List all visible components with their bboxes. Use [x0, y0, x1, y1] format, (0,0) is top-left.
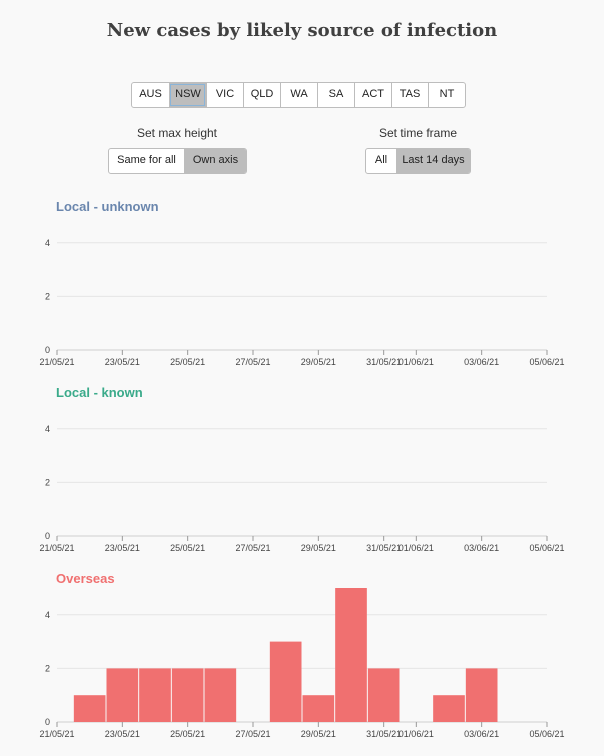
- x-tick-label: 27/05/21: [235, 357, 270, 367]
- y-tick-label: 4: [45, 610, 50, 620]
- x-tick-label: 05/06/21: [529, 543, 564, 553]
- bar: [269, 641, 302, 722]
- bar-chart: 0 2 4 21/05/21 23/05/21 25/05/21 27/05/21 29/05…: [39, 588, 565, 739]
- y-tick-label: 2: [45, 477, 50, 487]
- x-tick-label: 29/05/21: [301, 729, 336, 739]
- bar: [171, 668, 204, 722]
- x-tick-label: 31/05/21: [366, 357, 401, 367]
- x-tick-label: 03/06/21: [464, 357, 499, 367]
- max-height-same-for-all-button[interactable]: Same for all: [109, 149, 184, 173]
- x-tick-label: 29/05/21: [301, 543, 336, 553]
- x-tick-label: 27/05/21: [235, 543, 270, 553]
- bar: [139, 668, 171, 722]
- bar: [106, 668, 139, 722]
- state-button-qld[interactable]: QLD: [243, 83, 280, 107]
- bar-chart: 0 2 4 21/05/21 23/05/21 25/05/21 27/05/21 29/05…: [39, 238, 564, 367]
- bar: [204, 668, 237, 722]
- max-height-label: Set max height: [136, 126, 218, 140]
- bar: [335, 588, 367, 722]
- bar: [302, 695, 335, 722]
- time-frame-last-14-days-button[interactable]: Last 14 days: [396, 149, 470, 173]
- x-tick-label: 31/05/21: [366, 729, 401, 739]
- state-button-nt[interactable]: NT: [428, 83, 465, 107]
- x-tick-label: 21/05/21: [39, 729, 74, 739]
- x-tick-label: 05/06/21: [529, 729, 564, 739]
- state-button-wa[interactable]: WA: [280, 83, 317, 107]
- x-tick-label: 23/05/21: [105, 357, 140, 367]
- state-button-act[interactable]: ACT: [354, 83, 391, 107]
- y-tick-label: 2: [45, 291, 50, 301]
- y-tick-label: 0: [45, 531, 50, 541]
- x-tick-label: 01/06/21: [399, 729, 434, 739]
- x-tick-label: 23/05/21: [105, 729, 140, 739]
- y-tick-label: 0: [45, 717, 50, 727]
- x-tick-label: 25/05/21: [170, 357, 205, 367]
- max-height-toggle: Same for all Own axis: [108, 148, 247, 174]
- state-button-nsw[interactable]: NSW: [169, 83, 206, 107]
- y-tick-label: 0: [45, 345, 50, 355]
- x-tick-label: 03/06/21: [464, 729, 499, 739]
- x-tick-label: 21/05/21: [39, 543, 74, 553]
- bar: [433, 695, 465, 722]
- x-tick-label: 01/06/21: [399, 543, 434, 553]
- x-tick-label: 01/06/21: [399, 357, 434, 367]
- state-button-sa[interactable]: SA: [317, 83, 354, 107]
- state-button-vic[interactable]: VIC: [206, 83, 243, 107]
- x-tick-label: 03/06/21: [464, 543, 499, 553]
- x-tick-label: 27/05/21: [235, 729, 270, 739]
- x-tick-label: 25/05/21: [170, 729, 205, 739]
- state-button-tas[interactable]: TAS: [391, 83, 428, 107]
- time-frame-label: Set time frame: [378, 126, 458, 140]
- bar: [465, 668, 498, 722]
- y-tick-label: 4: [45, 424, 50, 434]
- page-title: New cases by likely source of infection: [106, 20, 498, 41]
- x-tick-label: 21/05/21: [39, 357, 74, 367]
- bar: [73, 695, 106, 722]
- bar-chart: 0 2 4 21/05/21 23/05/21 25/05/21 27/05/21 29/05…: [39, 424, 564, 553]
- state-selector: AUS NSW VIC QLD WA SA ACT TAS NT: [131, 82, 466, 108]
- x-tick-label: 31/05/21: [366, 543, 401, 553]
- time-frame-all-button[interactable]: All: [366, 149, 396, 173]
- y-tick-label: 4: [45, 238, 50, 248]
- x-tick-label: 25/05/21: [170, 543, 205, 553]
- state-button-aus[interactable]: AUS: [132, 83, 169, 107]
- x-tick-label: 23/05/21: [105, 543, 140, 553]
- bar: [367, 668, 400, 722]
- x-tick-label: 29/05/21: [301, 357, 336, 367]
- time-frame-toggle: All Last 14 days: [365, 148, 471, 174]
- max-height-own-axis-button[interactable]: Own axis: [184, 149, 246, 173]
- x-tick-label: 05/06/21: [529, 357, 564, 367]
- y-tick-label: 2: [45, 663, 50, 673]
